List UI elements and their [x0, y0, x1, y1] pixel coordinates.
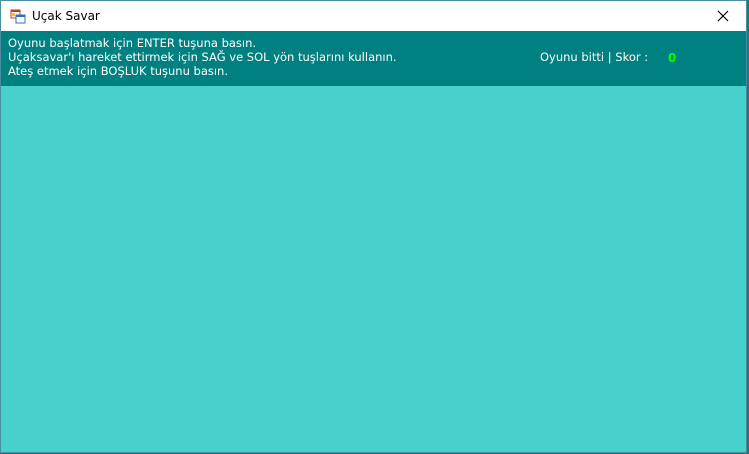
close-button[interactable]: [700, 1, 746, 31]
instruction-move: Uçaksavar'ı hareket ettirmek için SAĞ ve…: [8, 50, 397, 64]
score-value: 0: [668, 51, 677, 65]
app-window-icon: [10, 8, 26, 24]
app-window: Uçak Savar Oyunu başlatmak için ENTER tu…: [0, 0, 747, 453]
info-panel: Oyunu başlatmak için ENTER tuşuna basın.…: [1, 31, 746, 86]
title-bar[interactable]: Uçak Savar: [1, 1, 746, 31]
close-icon: [717, 7, 729, 26]
game-area[interactable]: Oyunu başlatmak için ENTER tuşuna basın.…: [1, 31, 746, 452]
instruction-start: Oyunu başlatmak için ENTER tuşuna basın.: [8, 36, 257, 50]
instructions: Oyunu başlatmak için ENTER tuşuna basın.…: [8, 36, 397, 78]
instruction-fire: Ateş etmek için BOŞLUK tuşunu basın.: [8, 64, 229, 78]
status-label: Oyunu bitti | Skor :: [540, 50, 648, 64]
score-label: Skor :: [615, 50, 649, 64]
window-title: Uçak Savar: [32, 9, 100, 23]
game-state-label: Oyunu bitti |: [540, 50, 612, 64]
